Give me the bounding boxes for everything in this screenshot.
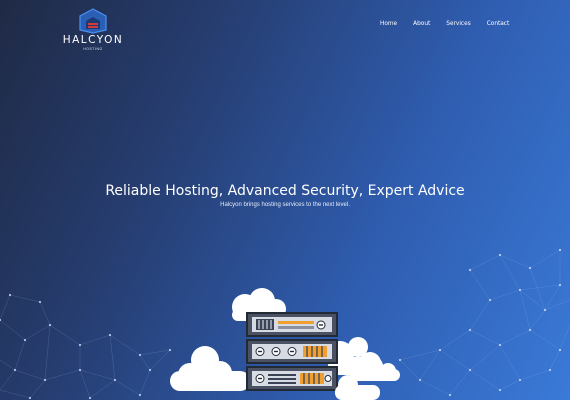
brand-name: HALCYON bbox=[62, 34, 124, 46]
server-rack-icon bbox=[170, 288, 400, 400]
main-nav: Home About Services Contact bbox=[380, 21, 525, 27]
halcyon-logo-icon bbox=[79, 8, 107, 34]
hero-title: Reliable Hosting, Advanced Security, Exp… bbox=[105, 183, 465, 200]
nav-about[interactable]: About bbox=[413, 21, 430, 27]
hero-subtitle: Halcyon brings hosting services to the n… bbox=[220, 202, 350, 208]
nav-services[interactable]: Services bbox=[446, 21, 470, 27]
nav-home[interactable]: Home bbox=[380, 21, 397, 27]
nav-contact[interactable]: Contact bbox=[487, 21, 510, 27]
brand-tagline: HOSTING bbox=[83, 47, 103, 51]
brand-logo[interactable]: HALCYON HOSTING bbox=[60, 8, 126, 51]
landing-page: HALCYON HOSTING Home About Services Cont… bbox=[0, 0, 570, 400]
